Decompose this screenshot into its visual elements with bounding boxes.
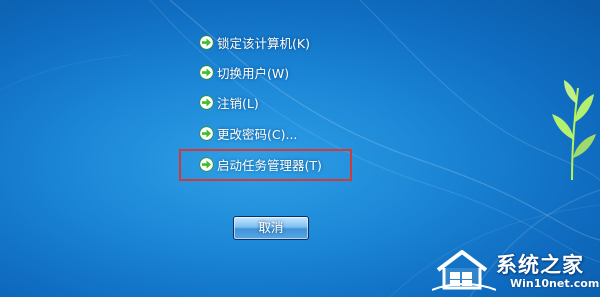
menu-item-label: 更改密码(C)... xyxy=(217,126,298,142)
menu-item-label: 注销(L) xyxy=(217,95,259,111)
menu-item-change-password[interactable]: 更改密码(C)... xyxy=(199,123,297,143)
menu-item-lock-computer[interactable]: 锁定该计算机(K) xyxy=(199,32,310,52)
ctrl-alt-del-screen: 锁定该计算机(K) 切换用户(W) 注销(L) 更改密码(C)... 启动任务管… xyxy=(0,0,600,297)
menu-item-label: 切换用户(W) xyxy=(217,65,290,81)
highlight-annotation-box xyxy=(179,149,352,181)
menu-item-switch-user[interactable]: 切换用户(W) xyxy=(199,62,289,82)
watermark-url: Win10net.com xyxy=(510,277,600,290)
house-logo-icon xyxy=(432,250,496,291)
green-arrow-icon xyxy=(199,94,214,110)
watermark-brand: 系统之家 xyxy=(496,253,584,277)
cancel-button[interactable]: 取消 xyxy=(233,216,309,240)
plant-decoration xyxy=(552,80,596,180)
green-arrow-icon xyxy=(199,64,214,80)
watermark: 系统之家 Win10net.com xyxy=(430,246,600,297)
green-arrow-icon xyxy=(199,34,214,50)
menu-item-log-off[interactable]: 注销(L) xyxy=(199,92,259,112)
menu-item-label: 锁定该计算机(K) xyxy=(217,35,310,51)
green-arrow-icon xyxy=(199,125,214,141)
